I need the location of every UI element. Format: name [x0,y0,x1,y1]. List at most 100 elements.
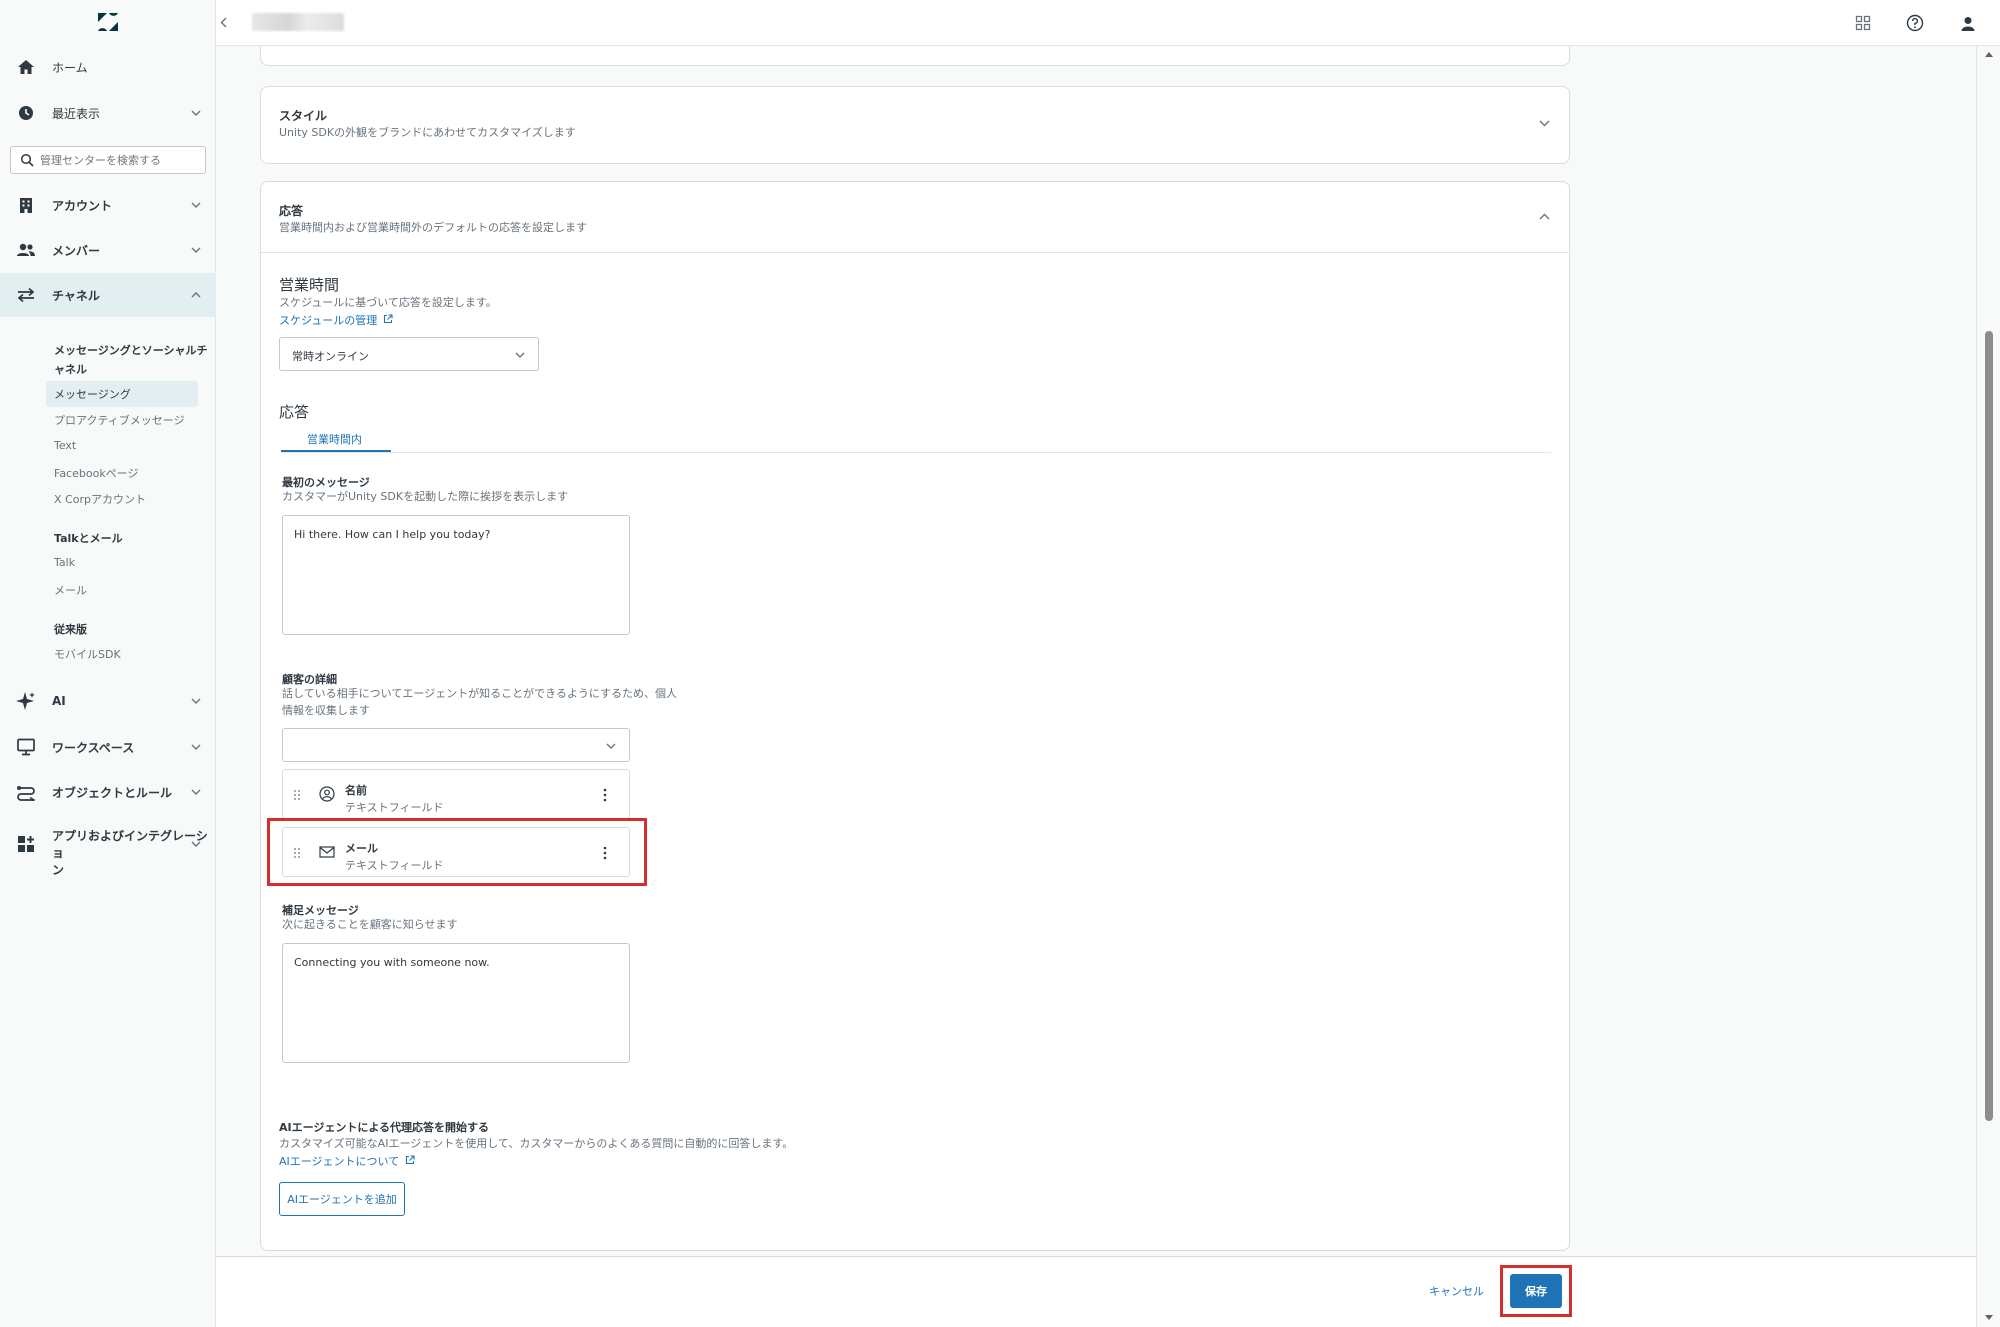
chevron-down-icon [515,352,525,358]
home-icon [15,56,37,78]
customer-details-hint-line2: 情報を収集します [282,704,370,717]
zendesk-logo-icon[interactable] [96,12,120,32]
business-hours-hint: スケジュールに基づいて応答を設定します。 [279,296,497,309]
nav-home-label: ホーム [52,60,88,75]
scrollbar-thumb[interactable] [1985,331,1993,1121]
chevron-up-icon[interactable] [1537,209,1551,223]
objects-rules-icon [15,781,37,803]
nav-ai-label: AI [52,694,66,708]
sparkle-icon [15,690,37,712]
subnav-group-line2: ャネル [54,363,87,376]
blurred-breadcrumb [252,13,344,31]
customer-field-type: テキストフィールド [345,801,444,814]
nav-members-label: メンバー [52,243,101,258]
external-link-icon [383,314,393,324]
response-card: 応答 営業時間内および営業時間外のデフォルトの応答を設定します 営業時間 スケジ… [260,181,1570,1251]
subnav-group-legacy: 従来版 [54,623,87,636]
ai-agent-label: AIエージェントによる代理応答を開始する [279,1121,490,1134]
people-icon [15,239,37,261]
manage-schedule-link[interactable]: スケジュールの管理 [279,312,393,328]
customer-details-hint-line1: 話している相手についてエージェントが知ることができるようにするため、個人 [282,687,678,700]
chevron-down-icon [190,244,202,256]
nav-recent[interactable]: 最近表示 [0,91,216,135]
top-bar [216,0,2000,46]
chevron-down-icon [190,695,202,707]
customer-details-hint: 話している相手についてエージェントが知ることができるようにするため、個人 情報を… [282,685,677,719]
nav-apps-label-line2: ン [52,863,65,877]
subnav-text[interactable]: Text [54,439,76,452]
style-card-title: スタイル [279,109,328,123]
chevron-down-icon [606,743,616,749]
nav-ai[interactable]: AI [0,679,216,723]
help-icon[interactable] [1904,12,1926,34]
sidebar: ホーム 最近表示 アカウント メンバー [0,0,216,1327]
responses-heading: 応答 [279,403,310,421]
subnav-proactive[interactable]: プロアクティブメッセージ [54,412,185,428]
nav-account[interactable]: アカウント [0,183,216,227]
collapse-sidebar-icon[interactable] [216,12,230,32]
first-message-textarea[interactable]: Hi there. How can I help you today? [282,515,630,635]
nav-home[interactable]: ホーム [0,45,216,89]
email-row-highlight-box [267,818,647,886]
nav-channels-label: チャネル [52,288,100,303]
about-ai-agent-link-label: AIエージェントについて [279,1155,400,1168]
subnav-mail[interactable]: メール [54,582,87,598]
previous-card [260,46,1570,66]
nav-objects-rules[interactable]: オブジェクトとルール [0,770,216,814]
style-card[interactable]: スタイル Unity SDKの外観をブランドにあわせてカスタマイズします [260,86,1570,164]
nav-members[interactable]: メンバー [0,228,216,272]
nav-channels[interactable]: チャネル [0,273,216,317]
main-content: スタイル Unity SDKの外観をブランドにあわせてカスタマイズします 応答 … [216,46,1976,1256]
nav-apps-label: アプリおよびインテグレーショ ン [52,828,216,879]
followup-message-value: Connecting you with someone now. [294,956,490,969]
subnav-xcorp[interactable]: X Corpアカウント [54,491,146,507]
clock-icon [15,102,37,124]
followup-message-hint: 次に起きることを顧客に知らせます [282,918,458,931]
product-tray-icon[interactable] [1852,12,1874,34]
subnav-messaging[interactable]: メッセージング [46,381,198,407]
response-card-title: 応答 [279,204,304,218]
nav-account-label: アカウント [52,198,113,213]
subnav-facebook[interactable]: Facebookページ [54,465,138,481]
tab-in-business-hours[interactable]: 営業時間内 [307,431,362,447]
person-icon [319,786,335,802]
subnav-group-talk-mail: Talkとメール [54,532,123,545]
subnav-group-line1: メッセージングとソーシャルチ [54,344,208,357]
external-link-icon [405,1155,415,1165]
nav-objects-rules-label: オブジェクトとルール [52,785,173,800]
chevron-down-icon [190,838,202,850]
building-icon [15,194,37,216]
scroll-up-arrow-icon[interactable] [1984,50,1994,58]
subnav-talk[interactable]: Talk [54,556,75,569]
nav-recent-label: 最近表示 [52,106,101,121]
search-input[interactable] [40,153,200,167]
drag-handle-icon[interactable] [293,789,301,801]
apps-grid-icon [15,833,37,855]
chevron-down-icon[interactable] [1537,116,1551,130]
followup-message-textarea[interactable]: Connecting you with someone now. [282,943,630,1063]
nav-workspaces[interactable]: ワークスペース [0,725,216,769]
response-card-desc: 営業時間内および営業時間外のデフォルトの応答を設定します [279,221,587,234]
style-card-desc: Unity SDKの外観をブランドにあわせてカスタマイズします [279,126,576,139]
monitor-icon [15,736,37,758]
channels-arrows-icon [15,284,37,306]
subnav-mobile-sdk[interactable]: モバイルSDK [54,646,121,662]
more-options-icon[interactable] [603,788,607,802]
chevron-down-icon [190,786,202,798]
add-ai-agent-button[interactable]: AIエージェントを追加 [279,1182,405,1216]
business-hours-heading: 営業時間 [279,276,340,294]
customer-field-row-name[interactable]: 名前 テキストフィールド [282,769,630,819]
chevron-down-icon [190,107,202,119]
subnav-group-messaging-social: メッセージングとソーシャルチ ャネル [54,342,208,377]
nav-apps-integrations[interactable]: アプリおよびインテグレーショ ン [0,818,216,877]
sidebar-search[interactable] [10,146,206,174]
about-ai-agent-link[interactable]: AIエージェントについて [279,1153,415,1169]
user-avatar-icon[interactable] [1957,12,1979,34]
search-icon [20,153,34,167]
vertical-scrollbar[interactable] [1976,46,2000,1327]
customer-details-add-select[interactable] [282,728,630,762]
cancel-button[interactable]: キャンセル [1429,1283,1484,1299]
scroll-down-arrow-icon[interactable] [1984,1314,1994,1322]
business-hours-select[interactable]: 常時オンライン [279,337,539,371]
save-button-highlight-box [1500,1265,1572,1317]
